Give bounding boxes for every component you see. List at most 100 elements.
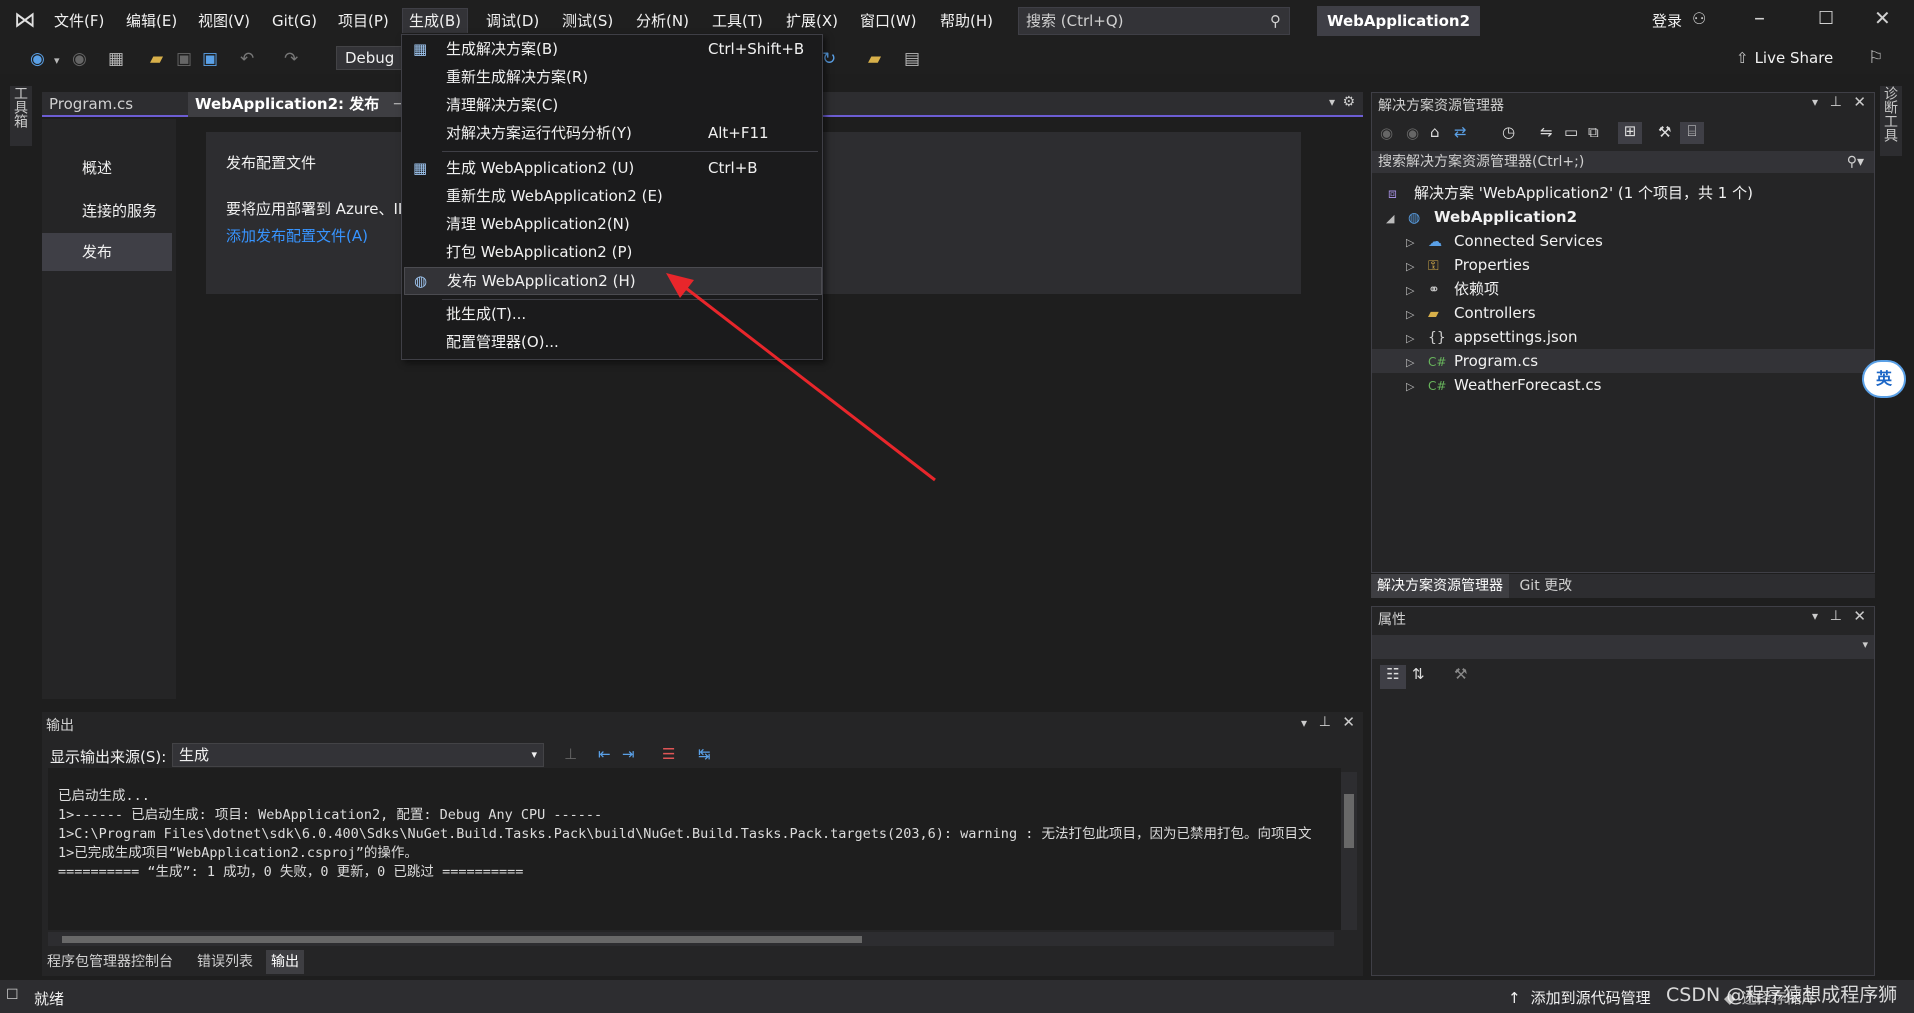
menu-build-solution[interactable]: ▦ 生成解决方案(B) Ctrl+Shift+B [404, 36, 820, 62]
expand-arrow-icon[interactable]: ▷ [1406, 279, 1428, 303]
expand-arrow-icon[interactable]: ▷ [1406, 255, 1428, 279]
categorized-icon[interactable]: ☷ [1380, 665, 1406, 689]
save-icon[interactable]: ▣ [176, 50, 192, 68]
search-input[interactable]: 搜索 (Ctrl+Q) ⚲ [1018, 7, 1290, 35]
tree-item[interactable]: ▷ ▰ Controllers [1406, 301, 1536, 325]
menu-clean-project[interactable]: 清理 WebApplication2(N) [404, 211, 820, 237]
pin-icon[interactable]: ⊥ [1830, 608, 1842, 624]
expand-arrow-icon[interactable]: ▷ [1406, 327, 1428, 351]
close-icon[interactable]: ✕ [1853, 93, 1866, 111]
notification-icon[interactable]: ☐ [6, 987, 19, 1003]
panel-menu-icon[interactable]: ▾ [1812, 95, 1818, 109]
prev-message-icon[interactable]: ⇤ [598, 745, 611, 763]
tree-item[interactable]: ▷ ☁ Connected Services [1406, 229, 1603, 253]
tab-git-changes[interactable]: Git 更改 [1513, 574, 1578, 598]
feedback-icon[interactable]: ⚐ [1868, 48, 1883, 68]
menu-build[interactable]: 生成(B) [402, 8, 468, 33]
tab-publish[interactable]: WebApplication2: 发布 ⊣ [188, 92, 416, 117]
expand-arrow-icon[interactable]: ▷ [1406, 303, 1428, 327]
menu-tools[interactable]: 工具(T) [706, 9, 769, 33]
back-icon[interactable]: ◉ [30, 50, 45, 68]
menu-help[interactable]: 帮助(H) [934, 9, 999, 33]
menu-extensions[interactable]: 扩展(X) [780, 9, 844, 33]
output-source-select[interactable]: 生成 ▾ [172, 743, 544, 767]
output-text[interactable]: 已启动生成... 1>------ 已启动生成: 项目: WebApplicati… [48, 768, 1341, 930]
folder-icon[interactable]: ▰ [868, 50, 881, 68]
close-icon[interactable]: ✕ [1853, 607, 1866, 625]
account-icon[interactable]: ⚇ [1692, 9, 1706, 28]
vs-logo-icon[interactable]: ⋈ [14, 9, 40, 33]
scrollbar-thumb[interactable] [1344, 794, 1354, 848]
new-project-icon[interactable]: ▦ [108, 50, 124, 68]
menu-pack-project[interactable]: 打包 WebApplication2 (P) [404, 239, 820, 265]
alphabetical-icon[interactable]: ⇅ [1412, 665, 1425, 683]
tab-package-manager-console[interactable]: 程序包管理器控制台 [42, 950, 178, 974]
diagnostics-strip[interactable]: 诊断工具 [1880, 86, 1902, 156]
expand-arrow-icon[interactable]: ▷ [1406, 375, 1428, 399]
menu-project[interactable]: 项目(P) [332, 9, 395, 33]
menu-build-project[interactable]: ▦ 生成 WebApplication2 (U) Ctrl+B [404, 155, 820, 181]
menu-debug[interactable]: 调试(D) [480, 9, 545, 33]
output-vertical-scrollbar[interactable] [1341, 772, 1357, 930]
properties-object-select[interactable]: ▾ [1372, 635, 1874, 659]
add-profile-link[interactable]: 添加发布配置文件(A) [226, 225, 368, 246]
expand-arrow-icon[interactable]: ◢ [1386, 207, 1408, 231]
chevron-down-icon[interactable]: ▾ [54, 52, 60, 70]
menu-edit[interactable]: 编辑(E) [120, 9, 183, 33]
tree-item-selected[interactable]: ▷ C# Program.cs [1372, 349, 1874, 373]
tree-item[interactable]: ▷ ⚿ Properties [1406, 253, 1530, 277]
close-window-icon[interactable]: ✕ [1874, 6, 1891, 30]
forward-icon[interactable]: ◉ [72, 50, 87, 68]
output-horizontal-scrollbar[interactable] [48, 932, 1334, 946]
menu-clean-solution[interactable]: 清理解决方案(C) [404, 92, 820, 118]
config-combo[interactable]: Debug [336, 46, 404, 70]
redo-icon[interactable]: ↷ [284, 50, 298, 68]
tab-solution-explorer[interactable]: 解决方案资源管理器 [1371, 574, 1509, 598]
tab-output[interactable]: 输出 [266, 950, 304, 974]
refresh-icon[interactable]: ↻ [822, 50, 836, 68]
solution-explorer-search[interactable]: 搜索解决方案资源管理器(Ctrl+;) ⚲▾ [1372, 151, 1874, 173]
menu-test[interactable]: 测试(S) [556, 9, 619, 33]
menu-file[interactable]: 文件(F) [48, 9, 110, 33]
sync-icon[interactable]: ⇋ [1540, 123, 1553, 141]
save-all-icon[interactable]: ▣ [202, 50, 218, 68]
word-wrap-icon[interactable]: ↹ [698, 745, 711, 763]
switch-view-icon[interactable]: ⇄ [1454, 123, 1467, 141]
panel-menu-icon[interactable]: ▾ [1301, 716, 1307, 730]
properties-wrench-icon[interactable]: ⚒ [1658, 123, 1671, 141]
expand-arrow-icon[interactable]: ▷ [1406, 351, 1428, 375]
toolbox-strip[interactable]: 工具箱 [10, 86, 32, 146]
pin-icon[interactable]: ⊥ [1830, 94, 1842, 110]
preview-icon[interactable]: ⊞ [1618, 122, 1642, 144]
maximize-icon[interactable]: ☐ [1818, 8, 1834, 29]
tree-solution[interactable]: ⧈ 解决方案 'WebApplication2' (1 个项目，共 1 个) [1388, 181, 1753, 205]
nav-connected-services[interactable]: 连接的服务 [42, 192, 172, 230]
menu-analyze[interactable]: 分析(N) [630, 9, 695, 33]
pin-icon[interactable]: ⊥ [1319, 714, 1331, 730]
menu-run-code-analysis[interactable]: 对解决方案运行代码分析(Y) Alt+F11 [404, 120, 820, 146]
clear-all-icon[interactable]: ☰ [662, 745, 675, 763]
window-layout-icon[interactable]: ▤ [904, 50, 920, 68]
nav-overview[interactable]: 概述 [42, 149, 172, 187]
tree-project[interactable]: ◢ ◍ WebApplication2 [1386, 205, 1577, 229]
open-folder-icon[interactable]: ▰ [150, 50, 163, 68]
panel-menu-icon[interactable]: ▾ [1812, 609, 1818, 623]
expand-arrow-icon[interactable]: ▷ [1406, 231, 1428, 255]
tree-item[interactable]: ▷ C# WeatherForecast.cs [1406, 373, 1601, 397]
go-to-line-icon[interactable]: ⊥ [564, 745, 577, 763]
menu-view[interactable]: 视图(V) [192, 9, 256, 33]
property-pages-icon[interactable]: ⚒ [1454, 665, 1467, 683]
next-message-icon[interactable]: ⇥ [622, 745, 635, 763]
close-icon[interactable]: ✕ [1342, 713, 1355, 731]
pending-changes-icon[interactable]: ◷ [1502, 123, 1515, 141]
tab-overflow-icon[interactable]: ▾ [1329, 95, 1335, 109]
nav-publish[interactable]: 发布 [42, 233, 172, 271]
tab-program-cs[interactable]: Program.cs [42, 92, 202, 117]
show-all-files-icon[interactable]: ⧉ [1588, 123, 1599, 141]
live-share-button[interactable]: ⇧ Live Share [1736, 49, 1833, 67]
collapse-all-icon[interactable]: ▭ [1564, 123, 1578, 141]
tab-error-list[interactable]: 错误列表 [192, 950, 258, 974]
login-link[interactable]: 登录 [1652, 10, 1682, 31]
undo-icon[interactable]: ↶ [240, 50, 254, 68]
add-source-control-button[interactable]: ↑ 添加到源代码管理 [1508, 987, 1651, 1008]
